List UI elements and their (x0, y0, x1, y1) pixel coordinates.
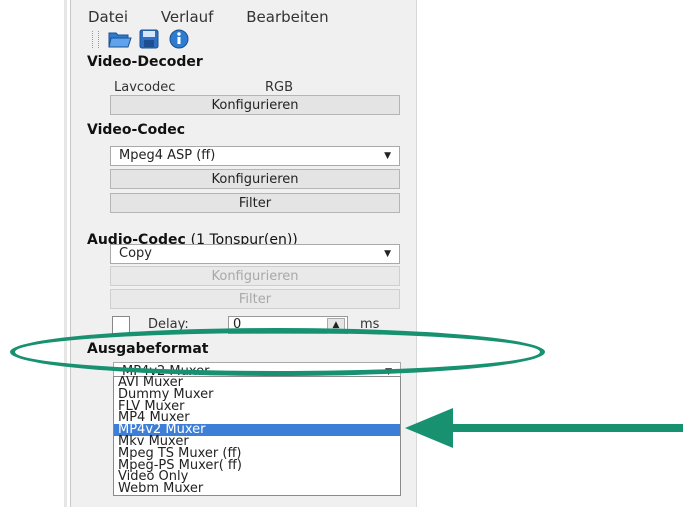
info-icon[interactable] (168, 29, 190, 49)
video-filter-button[interactable]: Filter (110, 193, 400, 213)
video-configure-button[interactable]: Konfigurieren (110, 169, 400, 189)
decoder-format: RGB (265, 80, 294, 95)
decoder-name: Lavcodec (114, 80, 176, 95)
open-folder-icon[interactable] (108, 29, 132, 49)
audio-codec-selected: Copy (119, 246, 152, 261)
toolbar-grip[interactable] (92, 31, 99, 48)
audio-codec-select[interactable]: Copy ▼ (110, 244, 400, 264)
chevron-down-icon: ▼ (384, 249, 391, 259)
menu-bearbeiten[interactable]: Bearbeiten (246, 8, 328, 26)
output-format-dropdown: AVI Muxer Dummy Muxer FLV Muxer MP4 Muxe… (113, 376, 401, 496)
decoder-configure-button[interactable]: Konfigurieren (110, 95, 400, 115)
annotation-ellipse (10, 328, 545, 376)
menu-verlauf[interactable]: Verlauf (161, 8, 214, 26)
menu-datei[interactable]: Datei (88, 8, 128, 26)
option-webm-muxer[interactable]: Webm Muxer (114, 482, 400, 495)
video-codec-title: Video-Codec (87, 122, 186, 138)
save-disk-icon[interactable] (138, 29, 160, 49)
audio-configure-button[interactable]: Konfigurieren (110, 266, 400, 286)
menu-bar: Datei Verlauf Bearbeiten (88, 8, 357, 26)
audio-filter-button[interactable]: Filter (110, 289, 400, 309)
annotation-arrow (405, 404, 687, 458)
video-codec-select[interactable]: Mpeg4 ASP (ff) ▼ (110, 146, 400, 166)
video-decoder-title: Video-Decoder (87, 54, 203, 70)
chevron-down-icon: ▼ (384, 151, 391, 161)
video-codec-selected: Mpeg4 ASP (ff) (119, 148, 216, 163)
window-edge (64, 0, 67, 507)
